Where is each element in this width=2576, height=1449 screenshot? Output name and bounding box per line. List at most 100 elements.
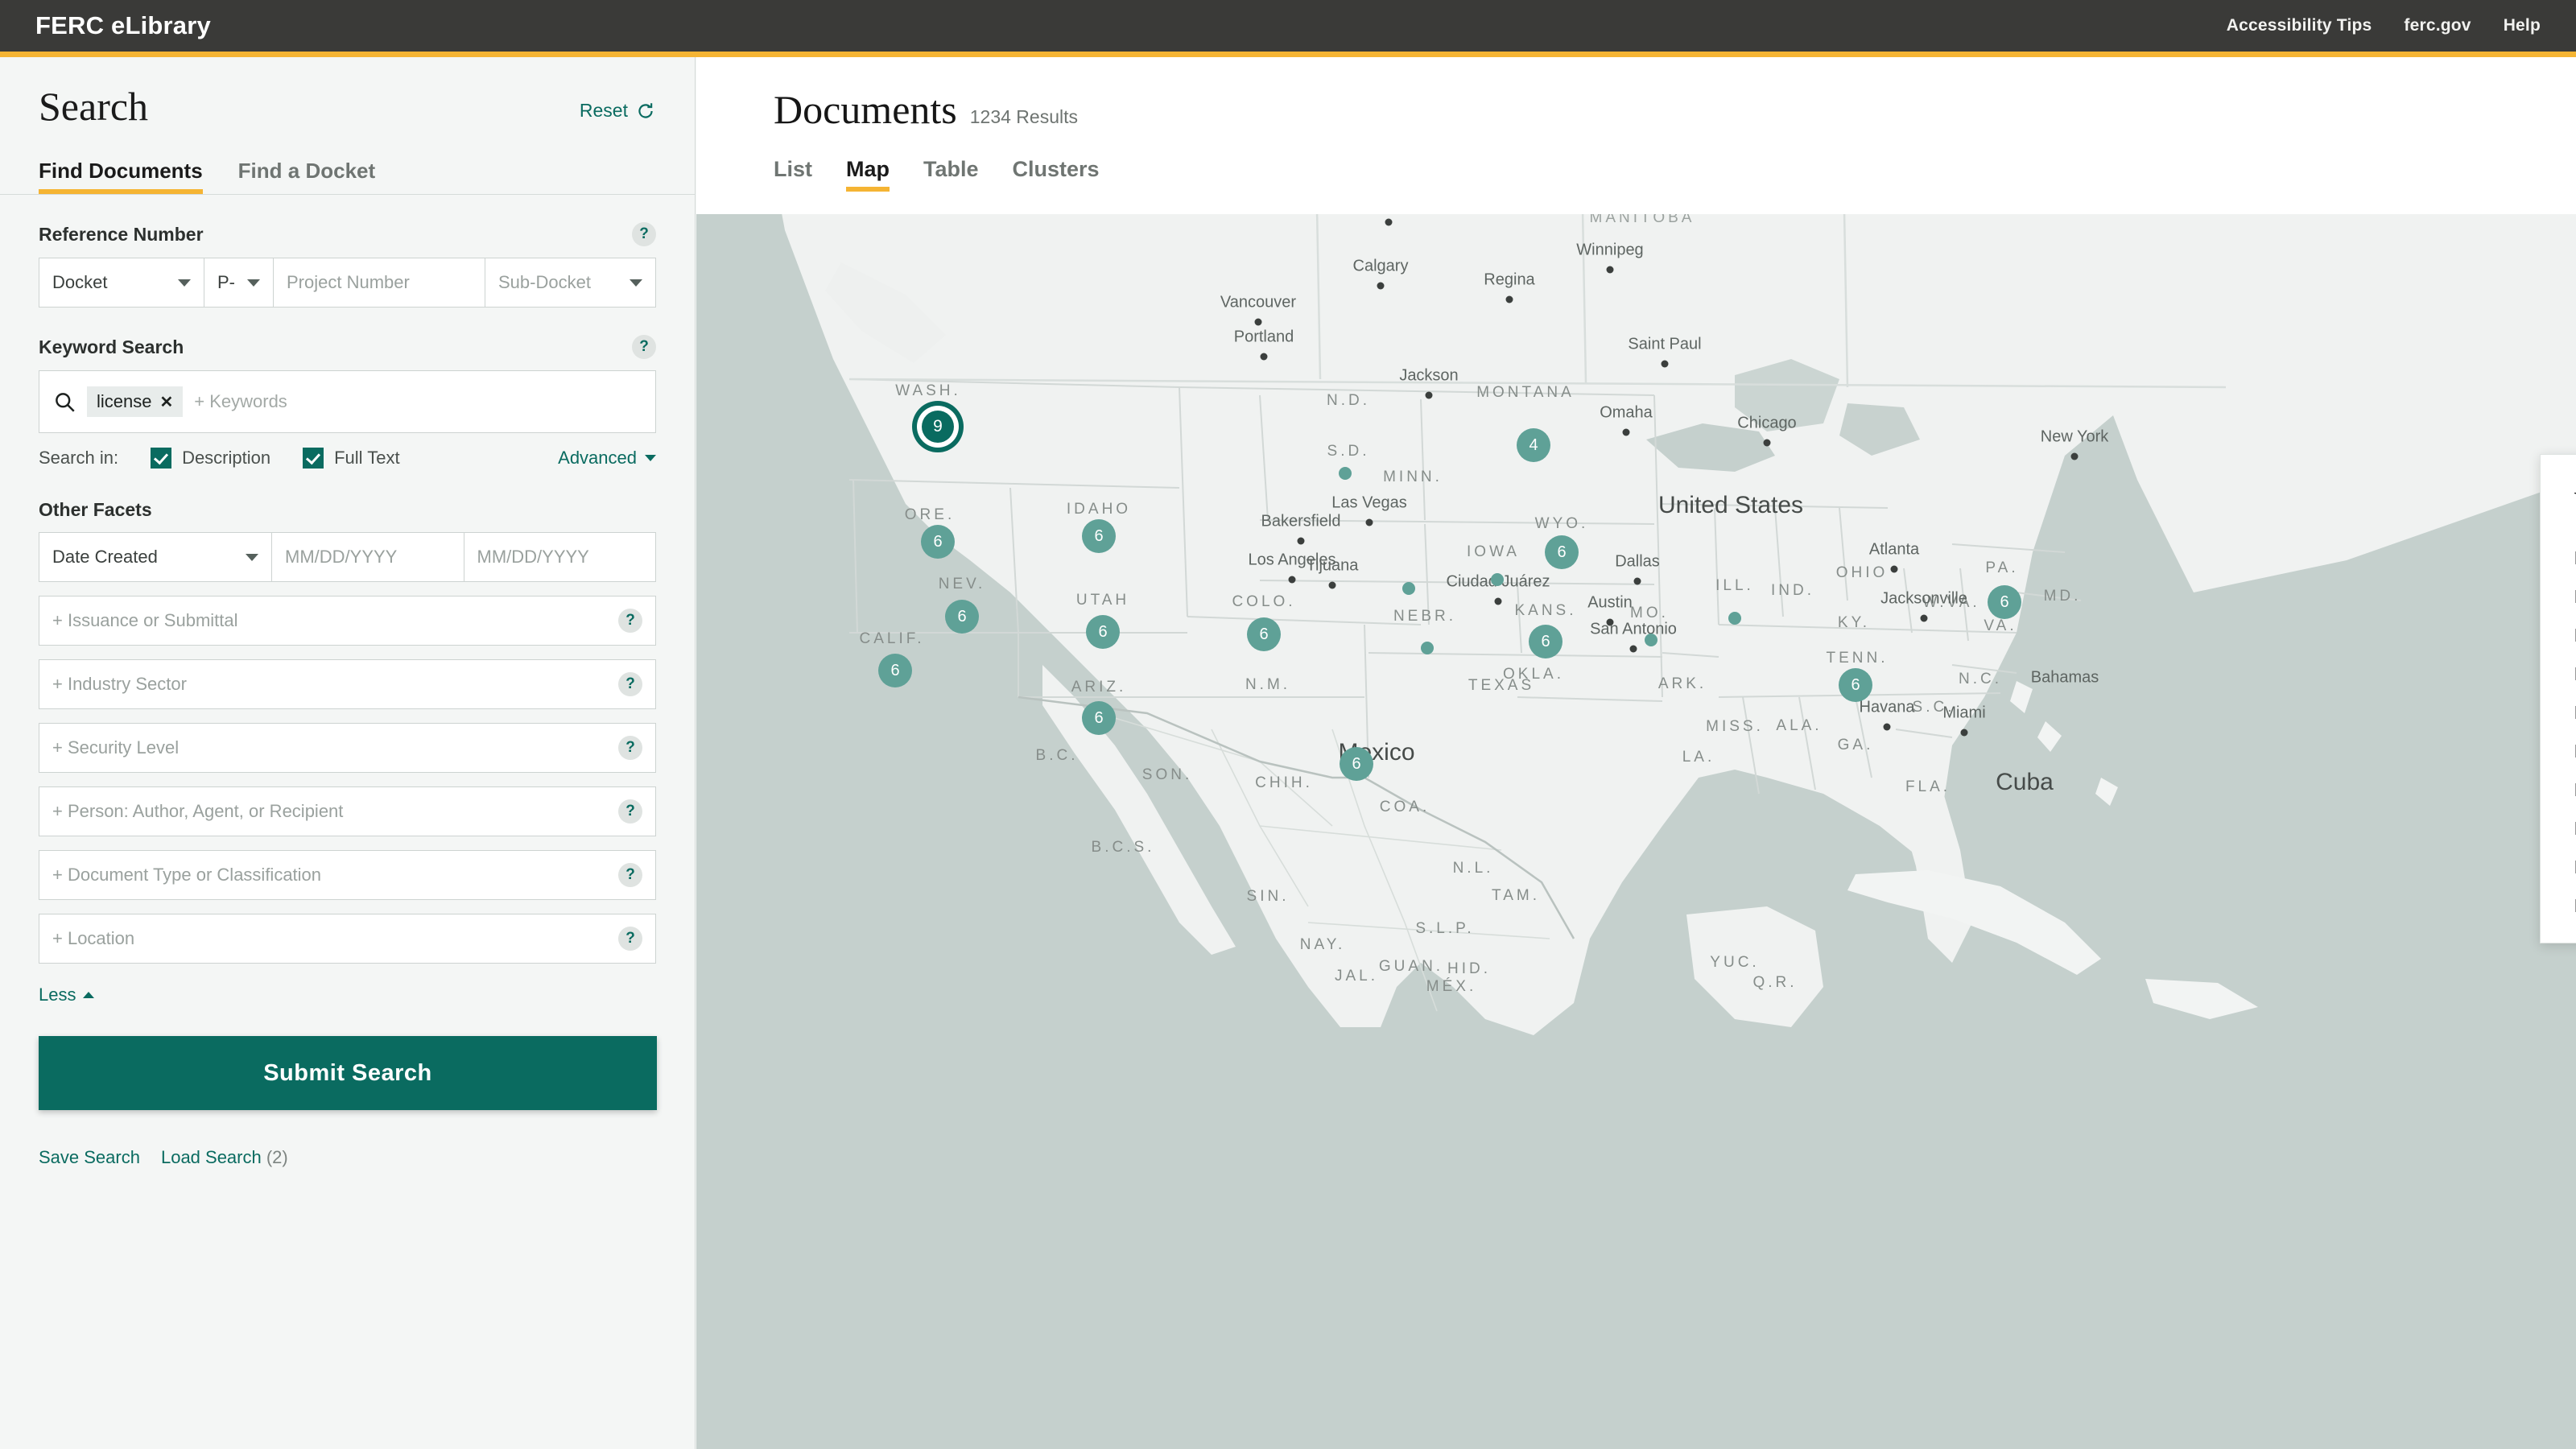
advanced-toggle[interactable]: Advanced (558, 448, 656, 469)
map-cluster-marker[interactable]: 6 (1988, 585, 2021, 619)
reference-number-row: Docket P- Project Number Sub-Docket (39, 258, 656, 308)
docket-prefix-value: P- (217, 272, 235, 292)
help-icon-location[interactable]: ? (618, 927, 642, 951)
top-bar: FERC eLibrary Accessibility Tips ferc.go… (0, 0, 2576, 52)
load-search-link[interactable]: Load Search (2) (161, 1147, 288, 1168)
map-city-dot (1883, 723, 1891, 731)
nav-ferc-gov[interactable]: ferc.gov (2404, 16, 2471, 35)
documents-title-row: Documents 1234 Results (774, 86, 2576, 133)
date-from-input[interactable]: MM/DD/YYYY (272, 532, 464, 582)
date-type-select[interactable]: Date Created (39, 532, 272, 582)
help-icon-keyword-search[interactable]: ? (632, 335, 656, 359)
keyword-input[interactable]: + Keywords (194, 391, 641, 412)
label-description: Description (182, 448, 271, 468)
submit-search-button[interactable]: Submit Search (39, 1036, 657, 1110)
map-cluster-marker[interactable]: 6 (1082, 701, 1116, 735)
keyword-search-label: Keyword Search (39, 336, 184, 357)
save-load-row: Save Search Load Search (2) (39, 1147, 656, 1168)
map-canvas[interactable]: SASKATCHEWAN MANITOBA United States Mexi… (696, 214, 2576, 1449)
map-cluster-marker[interactable]: 6 (1340, 747, 1373, 781)
map-city-dot (1297, 537, 1305, 545)
facet-issuance-or-submittal[interactable]: + Issuance or Submittal ? (39, 596, 656, 646)
map-city-dot (1890, 565, 1898, 573)
map-city-dot (1385, 218, 1393, 226)
map-city-dot (1377, 282, 1385, 290)
date-facet-row: Date Created MM/DD/YYYY MM/DD/YYYY (39, 532, 656, 582)
tab-find-documents[interactable]: Find Documents (39, 159, 203, 194)
advanced-label: Advanced (558, 448, 637, 468)
map-cluster-marker[interactable]: 6 (878, 654, 912, 687)
view-tabs: List Map Table Clusters (774, 157, 2576, 192)
nav-accessibility-tips[interactable]: Accessibility Tips (2227, 16, 2372, 35)
tab-table[interactable]: Table (923, 157, 979, 192)
reset-button[interactable]: Reset (580, 100, 656, 126)
nav-help[interactable]: Help (2504, 16, 2541, 35)
facet-security-level[interactable]: + Security Level ? (39, 723, 656, 773)
accent-bar (0, 52, 2576, 57)
map-cluster-marker[interactable]: 6 (1545, 535, 1579, 569)
date-type-value: Date Created (52, 547, 158, 567)
documents-title: Documents (774, 87, 957, 132)
docket-prefix-select[interactable]: P- (204, 258, 274, 308)
tab-list[interactable]: List (774, 157, 812, 192)
map-cluster-marker[interactable]: 6 (1082, 519, 1116, 553)
save-search-link[interactable]: Save Search (39, 1147, 140, 1168)
state-detail-popup: ✕ Washington P-6842Wynoochee DamWynooche… (2540, 454, 2576, 943)
facet-document-type[interactable]: + Document Type or Classification ? (39, 850, 656, 900)
map-single-marker[interactable] (1728, 612, 1741, 625)
search-in-label: Search in: (39, 448, 119, 468)
checkbox-description[interactable] (151, 448, 172, 469)
map-cluster-marker[interactable]: 6 (945, 600, 979, 634)
help-icon-security-level[interactable]: ? (618, 736, 642, 760)
map-cluster-marker[interactable]: 9 (922, 411, 954, 443)
search-sidebar: Search Reset Find Documents Find a Docke… (0, 57, 696, 1449)
help-icon-reference-number[interactable]: ? (632, 222, 656, 246)
map-city-dot (1633, 577, 1641, 585)
facet-label: + Industry Sector (52, 674, 187, 694)
keyword-chip-license[interactable]: license ✕ (87, 386, 184, 417)
checkbox-full-text[interactable] (303, 448, 324, 469)
map-single-marker[interactable] (1339, 467, 1352, 480)
map-city-dot (1494, 597, 1502, 605)
project-number-input[interactable]: Project Number (274, 258, 485, 308)
map-cluster-marker[interactable]: 6 (1247, 617, 1281, 651)
map-city-dot (1960, 729, 1968, 737)
facet-industry-sector[interactable]: + Industry Sector ? (39, 659, 656, 709)
map-cluster-marker[interactable]: 6 (1529, 625, 1563, 658)
help-icon-industry-sector[interactable]: ? (618, 672, 642, 696)
tab-clusters[interactable]: Clusters (1013, 157, 1100, 192)
map-single-marker[interactable] (1421, 642, 1434, 654)
sub-docket-placeholder: Sub-Docket (498, 272, 591, 292)
tab-find-a-docket[interactable]: Find a Docket (238, 159, 375, 194)
help-icon-document-type[interactable]: ? (618, 863, 642, 887)
less-toggle[interactable]: Less (39, 985, 95, 1005)
map-single-marker[interactable] (1645, 634, 1657, 646)
chevron-down-icon (645, 455, 656, 461)
help-icon-person[interactable]: ? (618, 799, 642, 824)
facet-label: + Location (52, 928, 135, 948)
tab-map[interactable]: Map (846, 157, 890, 192)
map-single-marker[interactable] (1491, 573, 1504, 586)
app-brand: FERC eLibrary (35, 11, 211, 39)
chevron-down-icon (178, 279, 191, 287)
map-city-dot (1425, 391, 1433, 399)
map-cluster-marker[interactable]: 6 (1839, 668, 1872, 702)
other-facets-label: Other Facets (39, 499, 152, 520)
keyword-search-box[interactable]: license ✕ + Keywords (39, 370, 656, 433)
map-cluster-marker[interactable]: 6 (1086, 615, 1120, 649)
docket-type-select[interactable]: Docket (39, 258, 204, 308)
facet-location[interactable]: + Location ? (39, 914, 656, 964)
main-header: Documents 1234 Results List Map Table Cl… (696, 57, 2576, 192)
chevron-down-icon (630, 279, 642, 287)
reference-number-label-row: Reference Number ? (39, 222, 656, 246)
close-icon[interactable]: ✕ (159, 392, 173, 412)
help-icon-issuance-or-submittal[interactable]: ? (618, 609, 642, 633)
map-single-marker[interactable] (1402, 582, 1415, 595)
top-nav: Accessibility Tips ferc.gov Help (2227, 16, 2541, 35)
facet-person[interactable]: + Person: Author, Agent, or Recipient ? (39, 786, 656, 836)
date-to-input[interactable]: MM/DD/YYYY (464, 532, 656, 582)
map-cluster-marker[interactable]: 4 (1517, 428, 1550, 462)
sub-docket-select[interactable]: Sub-Docket (485, 258, 656, 308)
map-city-dot (1622, 428, 1630, 436)
map-cluster-marker[interactable]: 6 (921, 525, 955, 559)
